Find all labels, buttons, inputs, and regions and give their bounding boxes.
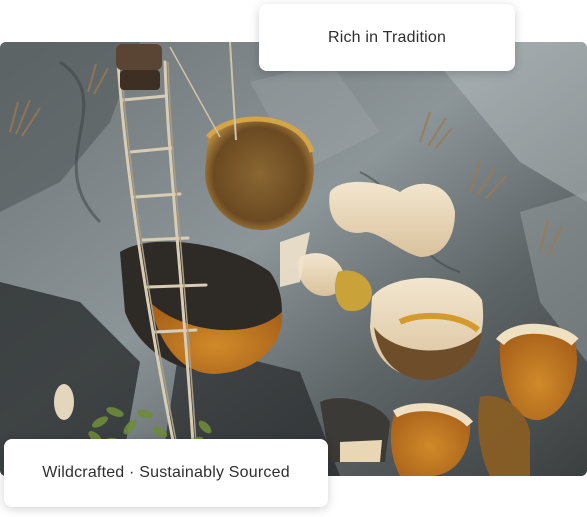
hero-collage: Rich in Tradition Wildcrafted · Sustaina… bbox=[0, 0, 587, 517]
tradition-caption-card: Rich in Tradition bbox=[259, 4, 515, 71]
honey-cliff-photo bbox=[0, 42, 587, 476]
tradition-caption: Rich in Tradition bbox=[327, 28, 447, 46]
sourcing-caption: Wildcrafted · Sustainably Sourced bbox=[42, 464, 290, 481]
sourcing-caption-card: Wildcrafted · Sustainably Sourced bbox=[4, 439, 328, 507]
